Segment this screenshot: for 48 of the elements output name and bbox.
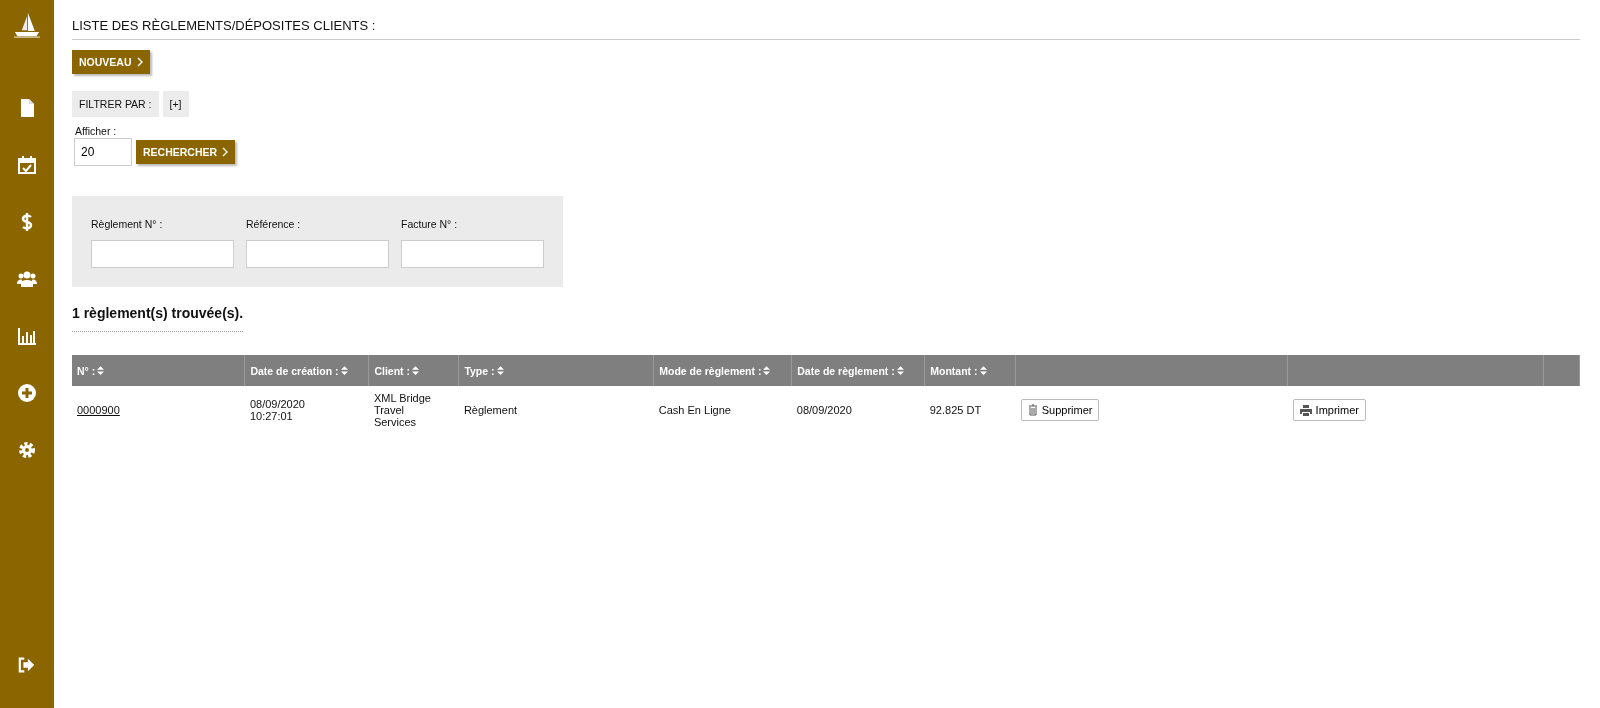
delete-button[interactable]: Supprimer xyxy=(1020,399,1100,421)
column-header[interactable]: Montant : xyxy=(924,355,1016,386)
filter-label: FILTRER PAR : xyxy=(72,91,159,117)
sort-icon[interactable] xyxy=(763,365,771,375)
display-count-field[interactable]: 20 xyxy=(74,138,132,166)
chevron-right-icon xyxy=(136,57,143,67)
page-title: LISTE DES RÈGLEMENTS/DÉPOSITES CLIENTS : xyxy=(72,18,1580,40)
table-cell: Règlement xyxy=(463,404,518,416)
input-field[interactable] xyxy=(91,240,234,268)
field-label: Référence : xyxy=(246,218,302,230)
table-cell: Cash En Ligne xyxy=(658,404,731,416)
sort-icon[interactable] xyxy=(979,365,987,375)
sort-icon[interactable] xyxy=(340,365,348,375)
payment-number-link[interactable]: 0000900 xyxy=(77,404,120,416)
table-cell-text: 08/09/2020 10:27:01 xyxy=(249,398,306,422)
column-header[interactable]: N° : xyxy=(72,355,245,386)
column-header[interactable]: Date de règlement : xyxy=(791,355,925,386)
trash-icon xyxy=(1027,404,1038,416)
table-cell-text: XML Bridge Travel Services xyxy=(373,392,432,428)
sort-icon[interactable] xyxy=(496,365,504,375)
chevron-right-icon xyxy=(222,147,229,157)
sort-icon[interactable] xyxy=(412,365,419,375)
filter-toggle[interactable]: [+] xyxy=(162,91,189,117)
sort-icon[interactable] xyxy=(97,365,105,375)
column-header[interactable]: Type : xyxy=(458,355,654,386)
calendar-check-icon[interactable] xyxy=(17,155,37,175)
table-cell: 92.825 DT xyxy=(929,404,982,416)
printer-icon xyxy=(1299,404,1312,416)
print-button[interactable]: Imprimer xyxy=(1292,399,1366,421)
bar-chart-icon[interactable] xyxy=(17,326,37,346)
sort-icon[interactable] xyxy=(896,365,904,375)
column-header[interactable]: Date de création : xyxy=(244,355,369,386)
settings-icon[interactable] xyxy=(17,440,37,460)
sign-out-icon[interactable] xyxy=(17,656,37,674)
plus-circle-icon[interactable] xyxy=(17,383,37,403)
input-field[interactable] xyxy=(246,240,389,268)
column-header[interactable]: Mode de règlement : xyxy=(653,355,792,386)
result-count: 1 règlement(s) trouvée(s). xyxy=(72,305,244,332)
sailboat-logo-icon[interactable] xyxy=(12,12,42,38)
new-button[interactable]: NOUVEAU xyxy=(72,50,150,74)
table-cell: 08/09/2020 xyxy=(796,404,852,416)
users-icon[interactable] xyxy=(17,269,37,289)
column-header[interactable]: Client : xyxy=(368,355,459,386)
search-button[interactable]: RECHERCHER xyxy=(136,140,236,164)
field-label: Règlement N° : xyxy=(91,218,164,230)
input-field[interactable] xyxy=(401,240,544,268)
field-label: Facture N° : xyxy=(401,218,459,230)
display-label: Afficher : xyxy=(75,125,117,137)
